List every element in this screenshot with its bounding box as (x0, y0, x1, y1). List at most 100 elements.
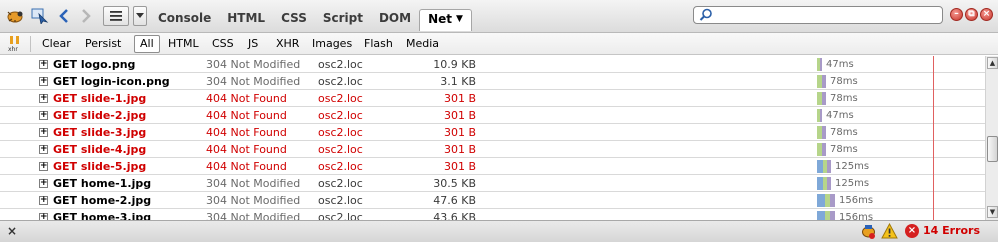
filter-flash[interactable]: Flash (364, 37, 393, 53)
request-url[interactable]: GET slide-5.jpg (53, 160, 146, 173)
search-input[interactable] (716, 8, 938, 22)
timeline-segment (820, 58, 822, 71)
request-url[interactable]: GET home-2.jpg (53, 194, 151, 207)
request-row[interactable]: + GET slide-5.jpg 404 Not Found osc2.loc 301… (0, 158, 985, 175)
scroll-down-arrow-icon[interactable]: ▼ (987, 206, 998, 218)
request-row[interactable]: + GET slide-2.jpg 404 Not Found osc2.loc 301… (0, 107, 985, 124)
scrollbar-thumb[interactable] (987, 136, 998, 162)
request-url[interactable]: GET slide-1.jpg (53, 92, 146, 105)
xhr-icon[interactable]: xhr (6, 35, 24, 53)
request-size: 10.9 KB (433, 58, 476, 71)
expand-icon[interactable]: + (39, 145, 48, 154)
request-url[interactable]: GET slide-3.jpg (53, 126, 146, 139)
request-status: 304 Not Modified (206, 211, 301, 220)
request-time: 47ms (826, 110, 854, 121)
chevron-right-icon[interactable] (78, 6, 94, 26)
request-row[interactable]: + GET home-2.jpg 304 Not Modified osc2.loc 4… (0, 192, 985, 209)
scroll-up-arrow-icon[interactable]: ▲ (987, 57, 998, 69)
error-icon[interactable]: × (905, 224, 919, 238)
tab-css[interactable]: CSS (273, 9, 315, 31)
timeline-bar (817, 194, 835, 207)
request-domain: osc2.loc (318, 92, 363, 105)
chevron-left-icon[interactable] (56, 6, 72, 26)
request-row[interactable]: + GET logo.png 304 Not Modified osc2.loc 10.… (0, 56, 985, 73)
close-icon[interactable]: × (7, 224, 17, 238)
expand-icon[interactable]: + (39, 213, 48, 220)
net-filter-bar: xhr Clear Persist All HTML CSS JS XHR Im… (0, 33, 998, 55)
request-row[interactable]: + GET home-3.jpg 304 Not Modified osc2.loc 4… (0, 209, 985, 220)
timeline-segment (827, 177, 831, 190)
expand-icon[interactable]: + (39, 196, 48, 205)
persist-button[interactable]: Persist (85, 37, 121, 53)
timeline-bar (817, 143, 826, 156)
request-row[interactable]: + GET slide-4.jpg 404 Not Found osc2.loc 301… (0, 141, 985, 158)
request-time: 125ms (835, 161, 870, 172)
expand-icon[interactable]: + (39, 128, 48, 137)
clear-button[interactable]: Clear (42, 37, 71, 53)
timeline-segment (830, 194, 835, 207)
detach-button[interactable]: ⧉ (965, 8, 978, 21)
request-row[interactable]: + GET slide-1.jpg 404 Not Found osc2.loc 301… (0, 90, 985, 107)
request-status: 404 Not Found (206, 109, 287, 122)
expand-icon[interactable]: + (39, 77, 48, 86)
timeline-segment (830, 211, 835, 220)
tab-dom[interactable]: DOM (371, 9, 419, 31)
request-url[interactable]: GET logo.png (53, 58, 135, 71)
onload-marker (933, 56, 934, 220)
filter-css[interactable]: CSS (212, 37, 234, 53)
expand-icon[interactable]: + (39, 60, 48, 69)
filter-media[interactable]: Media (406, 37, 439, 53)
request-domain: osc2.loc (318, 160, 363, 173)
firebug-icon[interactable] (4, 6, 26, 26)
filter-all[interactable]: All (134, 35, 160, 53)
toolbar-divider (30, 36, 31, 52)
expand-icon[interactable]: + (39, 111, 48, 120)
request-time: 78ms (830, 93, 858, 104)
expand-icon[interactable]: + (39, 162, 48, 171)
request-time: 156ms (839, 195, 874, 206)
filter-html[interactable]: HTML (168, 37, 199, 53)
close-button[interactable]: × (980, 8, 993, 21)
firebug-toolbar: Console HTML CSS Script DOM Net ▼ – ⧉ × (0, 0, 998, 33)
filter-xhr[interactable]: XHR (276, 37, 299, 53)
filter-js[interactable]: JS (248, 37, 258, 53)
request-size: 301 B (443, 109, 476, 122)
timeline-bar (817, 58, 822, 71)
error-count[interactable]: 14 Errors (923, 224, 980, 237)
firebug-status-icon[interactable] (860, 223, 877, 240)
request-domain: osc2.loc (318, 194, 363, 207)
warning-icon[interactable] (881, 222, 898, 240)
request-size: 301 B (443, 92, 476, 105)
timeline-segment (820, 109, 822, 122)
timeline-bar (817, 126, 826, 139)
request-domain: osc2.loc (318, 143, 363, 156)
tab-net[interactable]: Net ▼ (419, 9, 472, 31)
vertical-scrollbar[interactable]: ▲ ▼ (985, 56, 998, 220)
tab-console[interactable]: Console (150, 9, 219, 31)
request-row[interactable]: + GET home-1.jpg 304 Not Modified osc2.loc 3… (0, 175, 985, 192)
caret-down-icon[interactable]: ▼ (456, 14, 463, 24)
expand-icon[interactable]: + (39, 179, 48, 188)
request-url[interactable]: GET home-3.jpg (53, 211, 151, 220)
request-domain: osc2.loc (318, 58, 363, 71)
request-url[interactable]: GET slide-2.jpg (53, 109, 146, 122)
caret-down-icon[interactable] (133, 6, 147, 26)
request-row[interactable]: + GET slide-3.jpg 404 Not Found osc2.loc 301… (0, 124, 985, 141)
search-field[interactable] (693, 6, 943, 24)
minimize-button[interactable]: – (950, 8, 963, 21)
tab-html[interactable]: HTML (219, 9, 273, 31)
tab-script[interactable]: Script (315, 9, 371, 31)
request-status: 304 Not Modified (206, 58, 301, 71)
expand-icon[interactable]: + (39, 94, 48, 103)
list-icon[interactable] (103, 6, 129, 26)
request-url[interactable]: GET home-1.jpg (53, 177, 151, 190)
request-time: 78ms (830, 76, 858, 87)
request-url[interactable]: GET login-icon.png (53, 75, 170, 88)
timeline-bar (817, 211, 835, 220)
request-status: 404 Not Found (206, 143, 287, 156)
request-size: 43.6 KB (433, 211, 476, 220)
request-url[interactable]: GET slide-4.jpg (53, 143, 146, 156)
request-row[interactable]: + GET login-icon.png 304 Not Modified osc2.… (0, 73, 985, 90)
inspect-icon[interactable] (30, 6, 50, 26)
filter-images[interactable]: Images (312, 37, 352, 53)
